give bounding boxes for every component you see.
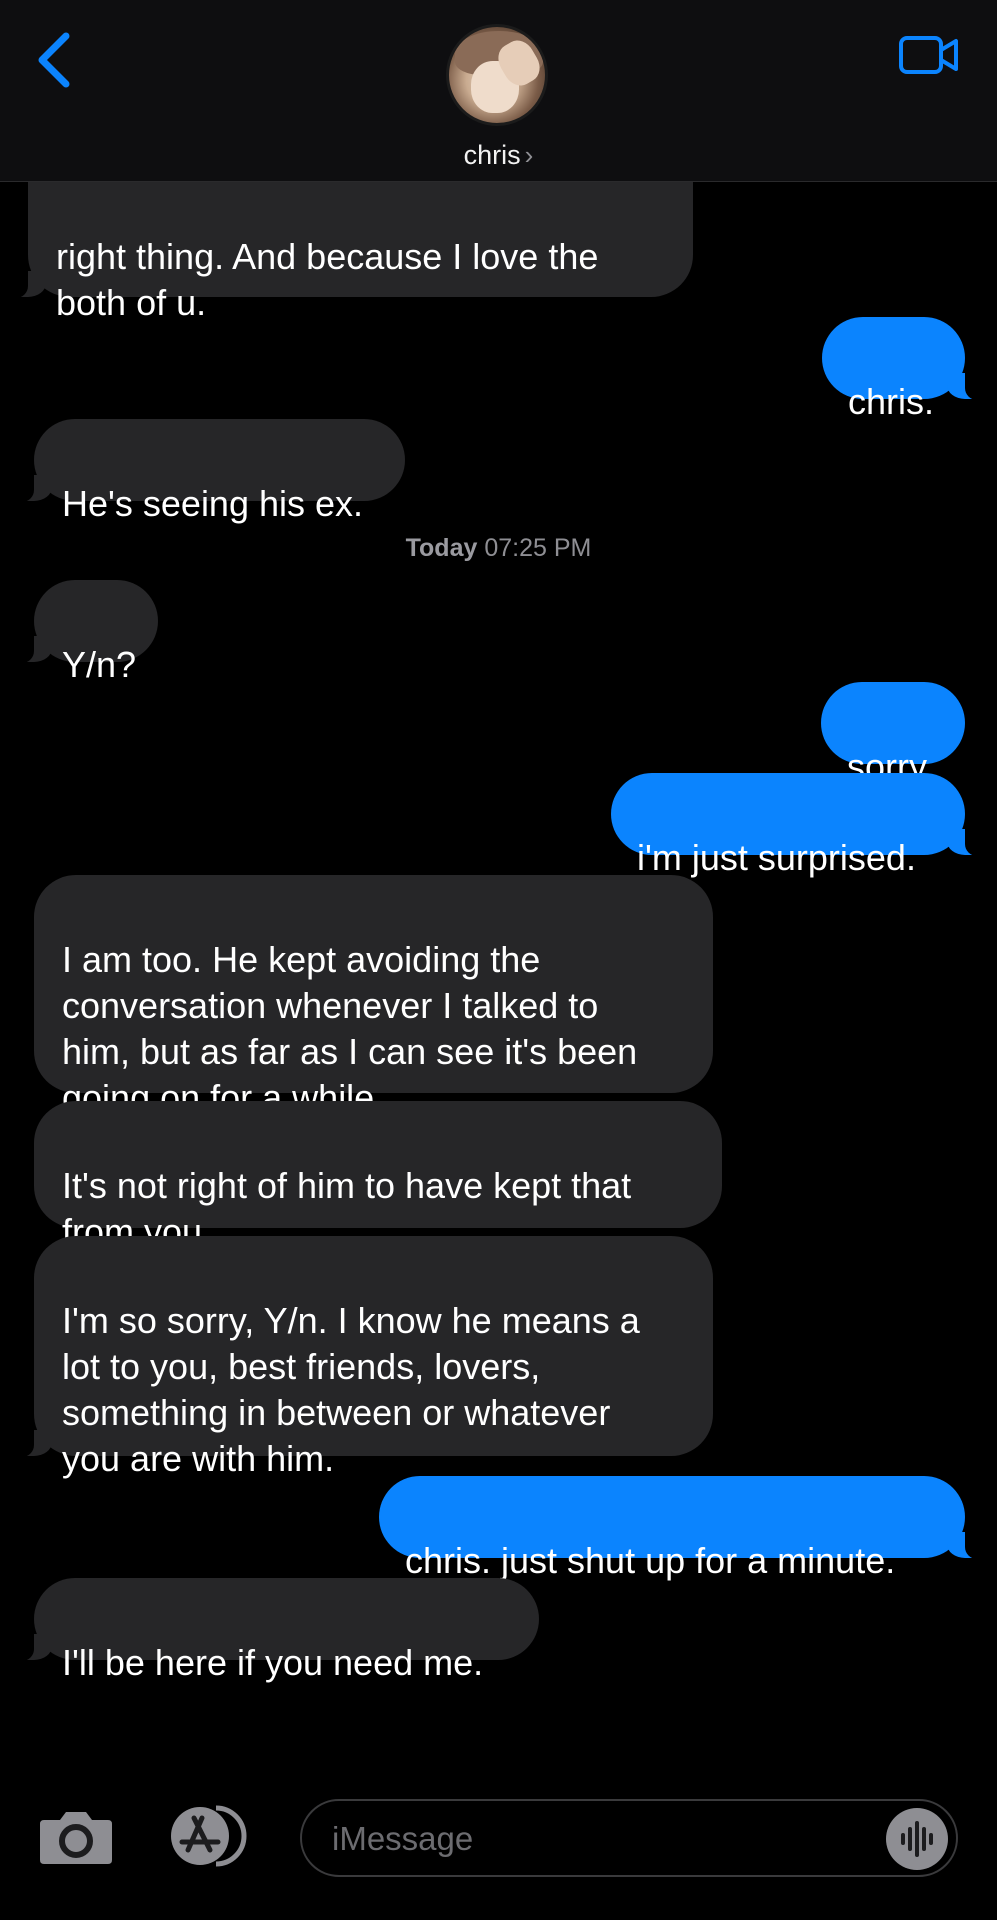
- audio-message-button[interactable]: [886, 1808, 948, 1870]
- message-text: I'm so sorry, Y/n. I know he means a lot…: [62, 1300, 640, 1479]
- audio-waveform-icon: [901, 1821, 933, 1857]
- contact-name-button[interactable]: chris ›: [0, 140, 997, 171]
- message-bubble-outgoing[interactable]: sorry.: [821, 682, 965, 787]
- back-button[interactable]: [30, 30, 80, 90]
- conversation-timestamp: Today 07:25 PM: [0, 534, 997, 563]
- chevron-left-icon: [38, 32, 70, 88]
- message-bubble-incoming[interactable]: Y/n?: [12, 580, 158, 685]
- message-input[interactable]: [330, 1811, 874, 1867]
- contact-name: chris: [463, 140, 521, 170]
- video-call-button[interactable]: [898, 34, 960, 76]
- message-bubble-incoming[interactable]: I'll be here if you need me.: [12, 1578, 539, 1683]
- message-text: right thing. And because I love the both…: [56, 236, 599, 323]
- timestamp-time: 07:25 PM: [484, 534, 592, 562]
- contact-avatar[interactable]: [446, 24, 548, 126]
- message-bubble-incoming[interactable]: He's seeing his ex.: [12, 419, 405, 524]
- message-text: chris.: [848, 381, 935, 422]
- message-text: i'm just surprised.: [637, 837, 916, 878]
- camera-icon: [40, 1812, 112, 1864]
- message-input-container[interactable]: [300, 1799, 958, 1877]
- message-text: Y/n?: [62, 644, 137, 685]
- chevron-right-icon: ›: [524, 140, 534, 170]
- app-store-icon: [171, 1805, 247, 1867]
- message-bubble-incoming[interactable]: It's not right of him to have kept that …: [34, 1101, 722, 1252]
- message-text: chris. just shut up for a minute.: [405, 1540, 896, 1581]
- message-bubble-incoming[interactable]: I am too. He kept avoiding the conversat…: [34, 875, 713, 1118]
- message-bubble-outgoing[interactable]: chris. just shut up for a minute.: [379, 1476, 987, 1581]
- message-text: He's seeing his ex.: [62, 483, 364, 524]
- camera-button[interactable]: [38, 1808, 114, 1866]
- video-camera-icon: [899, 36, 958, 74]
- app-store-button[interactable]: [164, 1804, 252, 1868]
- message-bubble-outgoing[interactable]: chris.: [822, 317, 987, 422]
- message-bubble-incoming[interactable]: right thing. And because I love the both…: [6, 170, 693, 323]
- message-bubble-outgoing[interactable]: i'm just surprised.: [611, 773, 987, 878]
- message-bubble-incoming[interactable]: I'm so sorry, Y/n. I know he means a lot…: [12, 1236, 713, 1479]
- message-text: I am too. He kept avoiding the conversat…: [62, 939, 638, 1118]
- conversation-header: chris ›: [0, 0, 997, 182]
- message-text: I'll be here if you need me.: [62, 1642, 484, 1683]
- timestamp-day: Today: [405, 534, 478, 562]
